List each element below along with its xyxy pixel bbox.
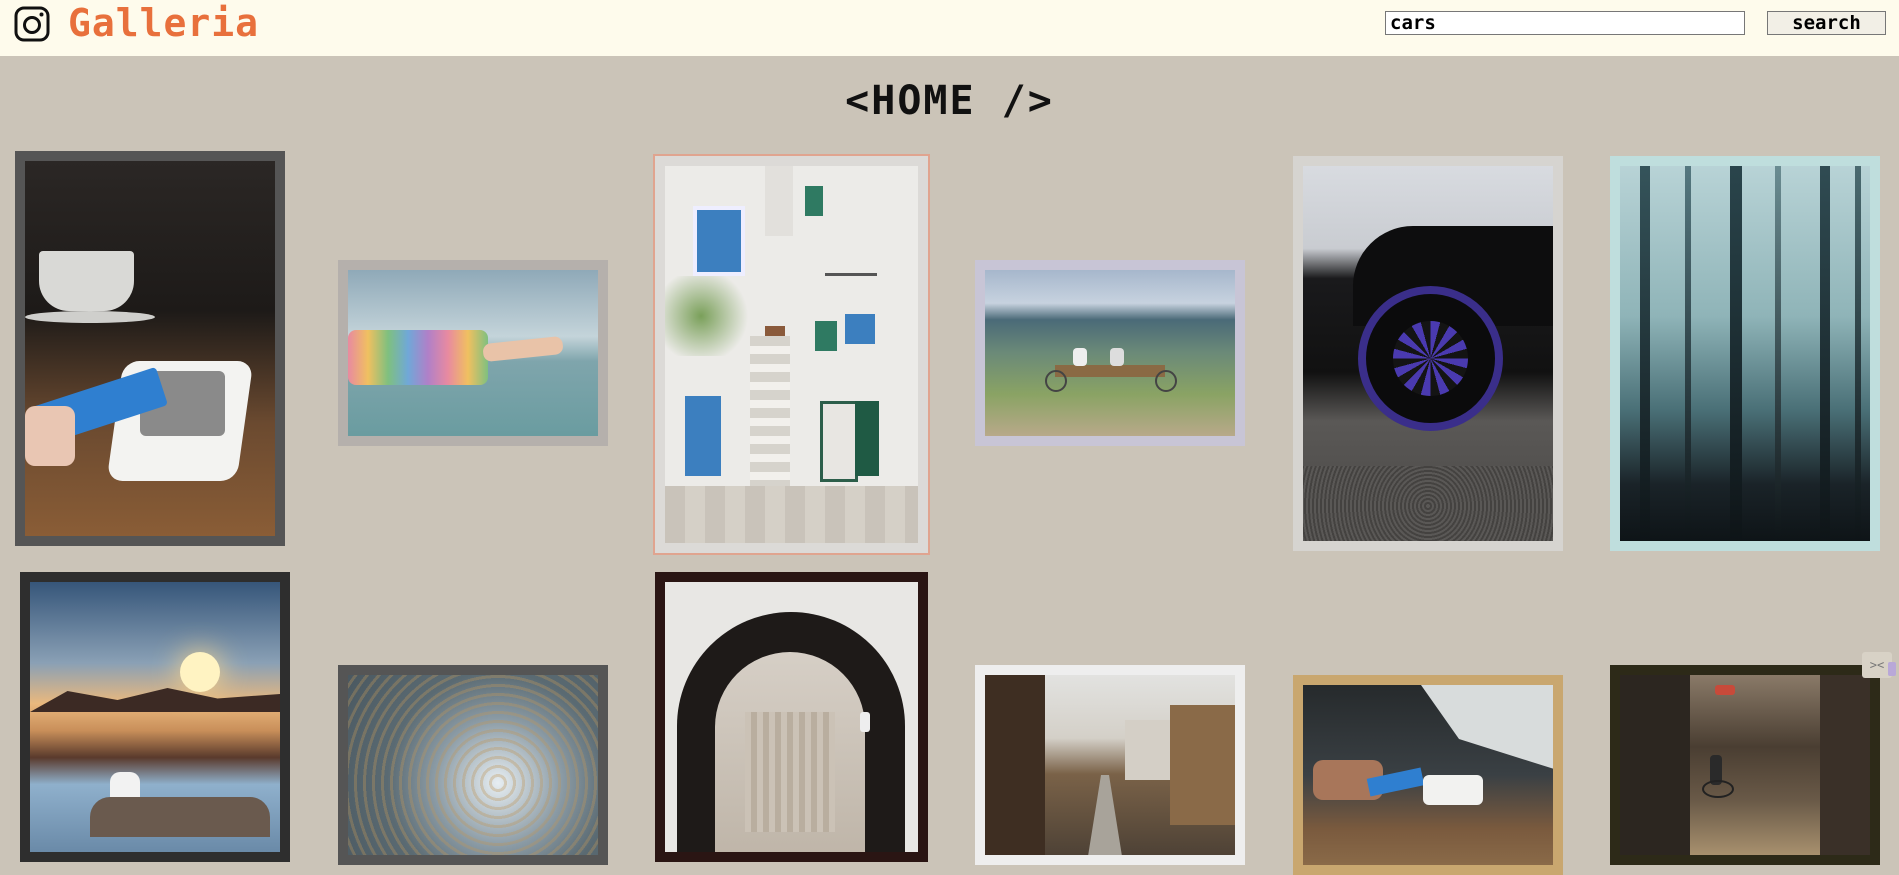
gallery-image-payment-terminal[interactable] [15,151,285,546]
gallery-image-japanese-street[interactable] [975,665,1245,865]
top-header: Galleria search [0,0,1899,56]
gallery-image-narrow-alley[interactable] [1610,665,1880,865]
instagram-camera-icon[interactable] [14,6,50,42]
gallery-image-snowy-forest[interactable] [338,665,608,865]
page-title: <HOME /> [845,78,1054,124]
gallery-image-sunset-clouds[interactable] [20,572,290,862]
gallery-image-bench-hills[interactable] [975,260,1245,446]
collapse-arrows-icon[interactable]: >< [1862,652,1896,678]
gallery-image-rainbow-sleeve[interactable] [338,260,608,446]
gallery-image-black-car[interactable] [1293,156,1563,551]
brand-title[interactable]: Galleria [68,1,259,45]
gallery-image-misty-forest[interactable] [1610,156,1880,551]
gallery-image-card-reader[interactable] [1293,675,1563,875]
gallery-image-white-house[interactable] [655,156,928,553]
search-button[interactable]: search [1767,11,1886,35]
search-input[interactable] [1385,11,1745,35]
gallery-image-dark-archway[interactable] [655,572,928,862]
